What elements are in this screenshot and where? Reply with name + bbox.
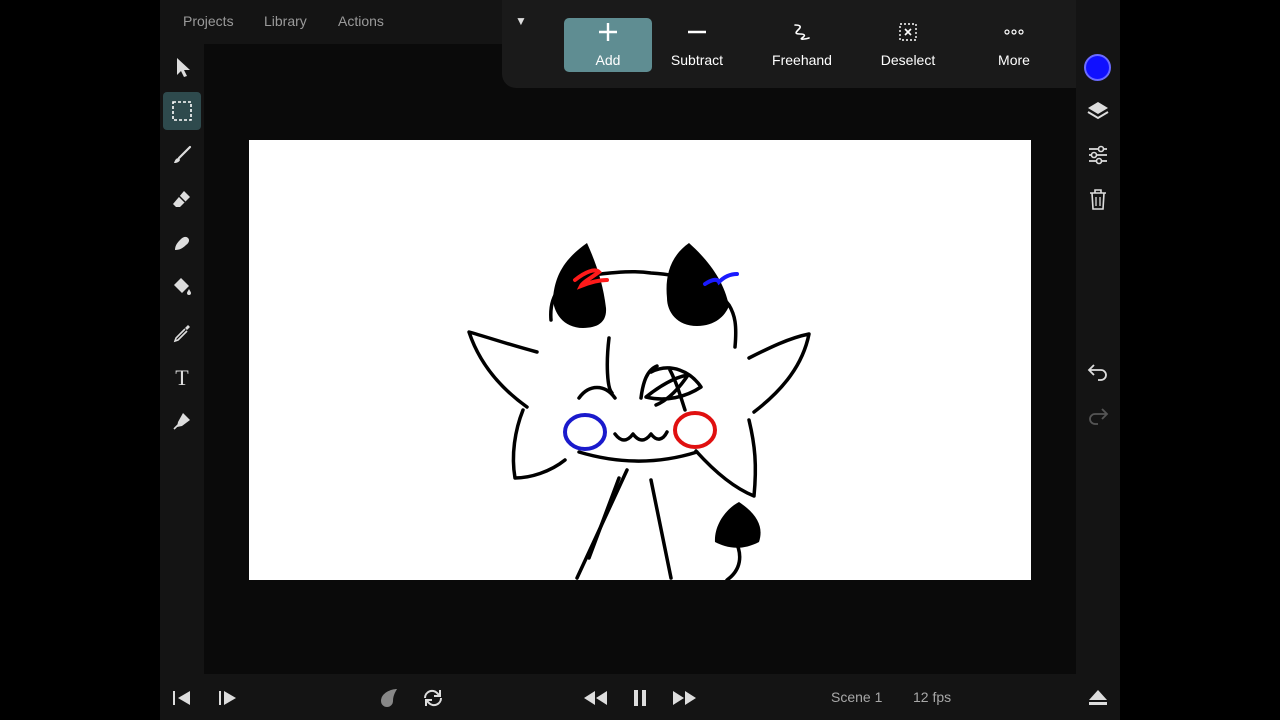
deselect-label: Deselect xyxy=(880,52,936,68)
undo-button[interactable] xyxy=(1079,352,1117,390)
fps-label[interactable]: 12 fps xyxy=(913,689,951,705)
text-icon: T xyxy=(175,366,189,388)
drawing-canvas[interactable] xyxy=(249,140,1031,580)
text-tool[interactable]: T xyxy=(163,358,201,396)
freehand-icon xyxy=(791,18,813,46)
character-drawing xyxy=(467,243,811,580)
more-icon xyxy=(1003,18,1025,46)
layers-icon xyxy=(1087,102,1109,120)
scene-label[interactable]: Scene 1 xyxy=(831,689,882,705)
pen-nib-icon xyxy=(173,413,190,430)
next-frame-button[interactable] xyxy=(214,684,242,712)
freehand-button[interactable]: Freehand xyxy=(758,18,846,72)
eraser-tool[interactable] xyxy=(163,180,201,218)
eraser-icon xyxy=(173,191,190,207)
menu-library[interactable]: Library xyxy=(264,13,307,29)
paint-bucket-icon xyxy=(174,278,191,295)
arrow-pointer-icon xyxy=(177,58,190,77)
onion-skin-icon xyxy=(381,689,397,707)
layers-button[interactable] xyxy=(1079,92,1117,130)
fast-forward-icon xyxy=(673,691,696,705)
marquee-icon xyxy=(172,101,192,121)
current-color-swatch[interactable] xyxy=(1084,54,1111,81)
freehand-label: Freehand xyxy=(772,52,832,68)
onion-skin-button[interactable] xyxy=(375,684,403,712)
menu-projects[interactable]: Projects xyxy=(183,13,234,29)
fast-forward-button[interactable] xyxy=(670,684,700,712)
collapse-menu-icon[interactable]: ▼ xyxy=(515,14,527,28)
smudge-tool[interactable] xyxy=(163,224,201,262)
pen-tool[interactable] xyxy=(163,402,201,440)
redo-button[interactable] xyxy=(1079,396,1117,434)
undo-icon xyxy=(1087,364,1107,381)
plus-icon xyxy=(597,18,619,46)
more-button[interactable]: More xyxy=(970,18,1058,72)
adjustments-button[interactable] xyxy=(1079,136,1117,174)
pause-button[interactable] xyxy=(626,684,654,712)
eject-icon xyxy=(1089,690,1107,705)
next-frame-icon xyxy=(219,691,236,705)
more-label: More xyxy=(998,52,1030,68)
prev-frame-icon xyxy=(173,691,190,705)
subtract-label: Subtract xyxy=(670,52,724,68)
smudge-icon xyxy=(175,236,190,250)
menu-actions[interactable]: Actions xyxy=(338,13,384,29)
timeline-toggle-button[interactable] xyxy=(1084,684,1112,712)
loop-icon xyxy=(423,689,443,707)
previous-frame-button[interactable] xyxy=(168,684,196,712)
eyedropper-icon xyxy=(173,325,190,343)
rewind-button[interactable] xyxy=(580,684,610,712)
svg-text:T: T xyxy=(175,366,189,388)
fill-tool[interactable] xyxy=(163,268,201,306)
redo-icon xyxy=(1089,408,1109,425)
eyedropper-tool[interactable] xyxy=(163,314,201,352)
pause-icon xyxy=(634,690,646,706)
brush-tool[interactable] xyxy=(163,136,201,174)
delete-button[interactable] xyxy=(1079,180,1117,218)
add-label: Add xyxy=(595,52,621,68)
minus-icon xyxy=(686,18,708,46)
loop-button[interactable] xyxy=(419,684,447,712)
brush-icon xyxy=(174,145,192,163)
add-button[interactable]: Add xyxy=(564,18,652,72)
select-tool[interactable] xyxy=(163,48,201,86)
deselect-icon xyxy=(897,18,919,46)
subtract-button[interactable]: Subtract xyxy=(653,18,741,72)
deselect-button[interactable]: Deselect xyxy=(864,18,952,72)
trash-icon xyxy=(1090,189,1106,210)
selection-tool[interactable] xyxy=(163,92,201,130)
rewind-icon xyxy=(584,691,607,705)
sliders-icon xyxy=(1089,145,1107,165)
